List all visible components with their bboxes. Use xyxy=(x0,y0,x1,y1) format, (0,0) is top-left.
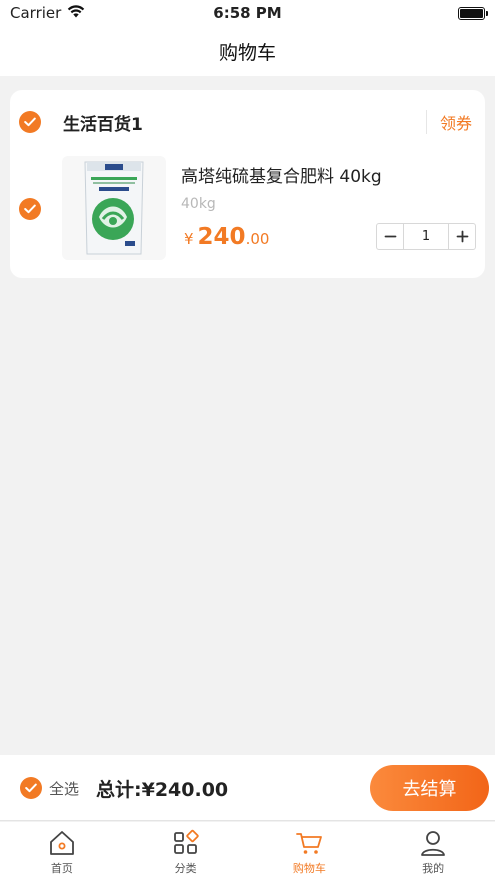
tab-category[interactable]: 分类 xyxy=(124,822,248,881)
tab-label: 购物车 xyxy=(292,862,326,875)
carrier-label: Carrier xyxy=(10,4,62,22)
tab-cart[interactable]: 购物车 xyxy=(248,822,372,881)
plus-icon xyxy=(456,230,468,243)
tab-profile[interactable]: 我的 xyxy=(371,822,495,881)
minus-icon xyxy=(384,235,396,238)
page-title: 购物车 xyxy=(218,41,276,64)
checkout-bar: 全选 总计:¥240.00 去结算 xyxy=(0,755,495,821)
user-icon xyxy=(419,829,447,857)
price-currency: ¥ xyxy=(184,230,194,248)
tab-label: 首页 xyxy=(50,862,73,875)
checkmark-icon xyxy=(24,204,36,214)
home-icon xyxy=(48,829,76,857)
checkout-button[interactable]: 去结算 xyxy=(370,765,489,811)
tab-bar: 首页 分类 购物车 我的 xyxy=(0,822,495,881)
product-spec: 40kg xyxy=(181,196,216,212)
store-checkbox[interactable] xyxy=(19,111,41,133)
store-name[interactable]: 生活百货1 xyxy=(63,110,143,135)
increase-button[interactable] xyxy=(449,224,475,249)
wifi-icon xyxy=(67,4,85,22)
battery-icon xyxy=(458,6,488,20)
checkmark-icon xyxy=(25,783,37,793)
tab-label: 我的 xyxy=(422,862,445,875)
store-card: 生活百货1 领券 高塔纯硫基复合肥料 40kg 40kg ¥240.00 1 xyxy=(10,90,485,278)
quantity-value[interactable]: 1 xyxy=(403,224,449,249)
category-icon xyxy=(172,829,200,857)
coupon-divider xyxy=(426,110,427,134)
decrease-button[interactable] xyxy=(377,224,403,249)
fertilizer-bag-image xyxy=(84,161,144,255)
price-integer: 240 xyxy=(197,224,246,250)
price-decimal: .00 xyxy=(245,230,270,248)
nav-bar: 购物车 xyxy=(0,26,495,76)
status-bar: Carrier 6:58 PM xyxy=(0,0,495,26)
tab-home[interactable]: 首页 xyxy=(0,822,124,881)
product-title[interactable]: 高塔纯硫基复合肥料 40kg xyxy=(181,162,382,187)
select-all-checkbox[interactable] xyxy=(20,777,42,799)
status-left: Carrier xyxy=(10,4,85,22)
cart-icon xyxy=(295,829,323,857)
select-all-label[interactable]: 全选 xyxy=(49,778,79,799)
quantity-stepper: 1 xyxy=(376,223,476,250)
total-amount: 总计:¥240.00 xyxy=(96,779,229,801)
product-image[interactable] xyxy=(62,156,166,260)
product-price: ¥240.00 xyxy=(184,224,269,250)
checkmark-icon xyxy=(24,117,36,127)
item-checkbox[interactable] xyxy=(19,198,41,220)
tab-label: 分类 xyxy=(174,862,197,875)
coupon-button[interactable]: 领券 xyxy=(440,110,472,134)
